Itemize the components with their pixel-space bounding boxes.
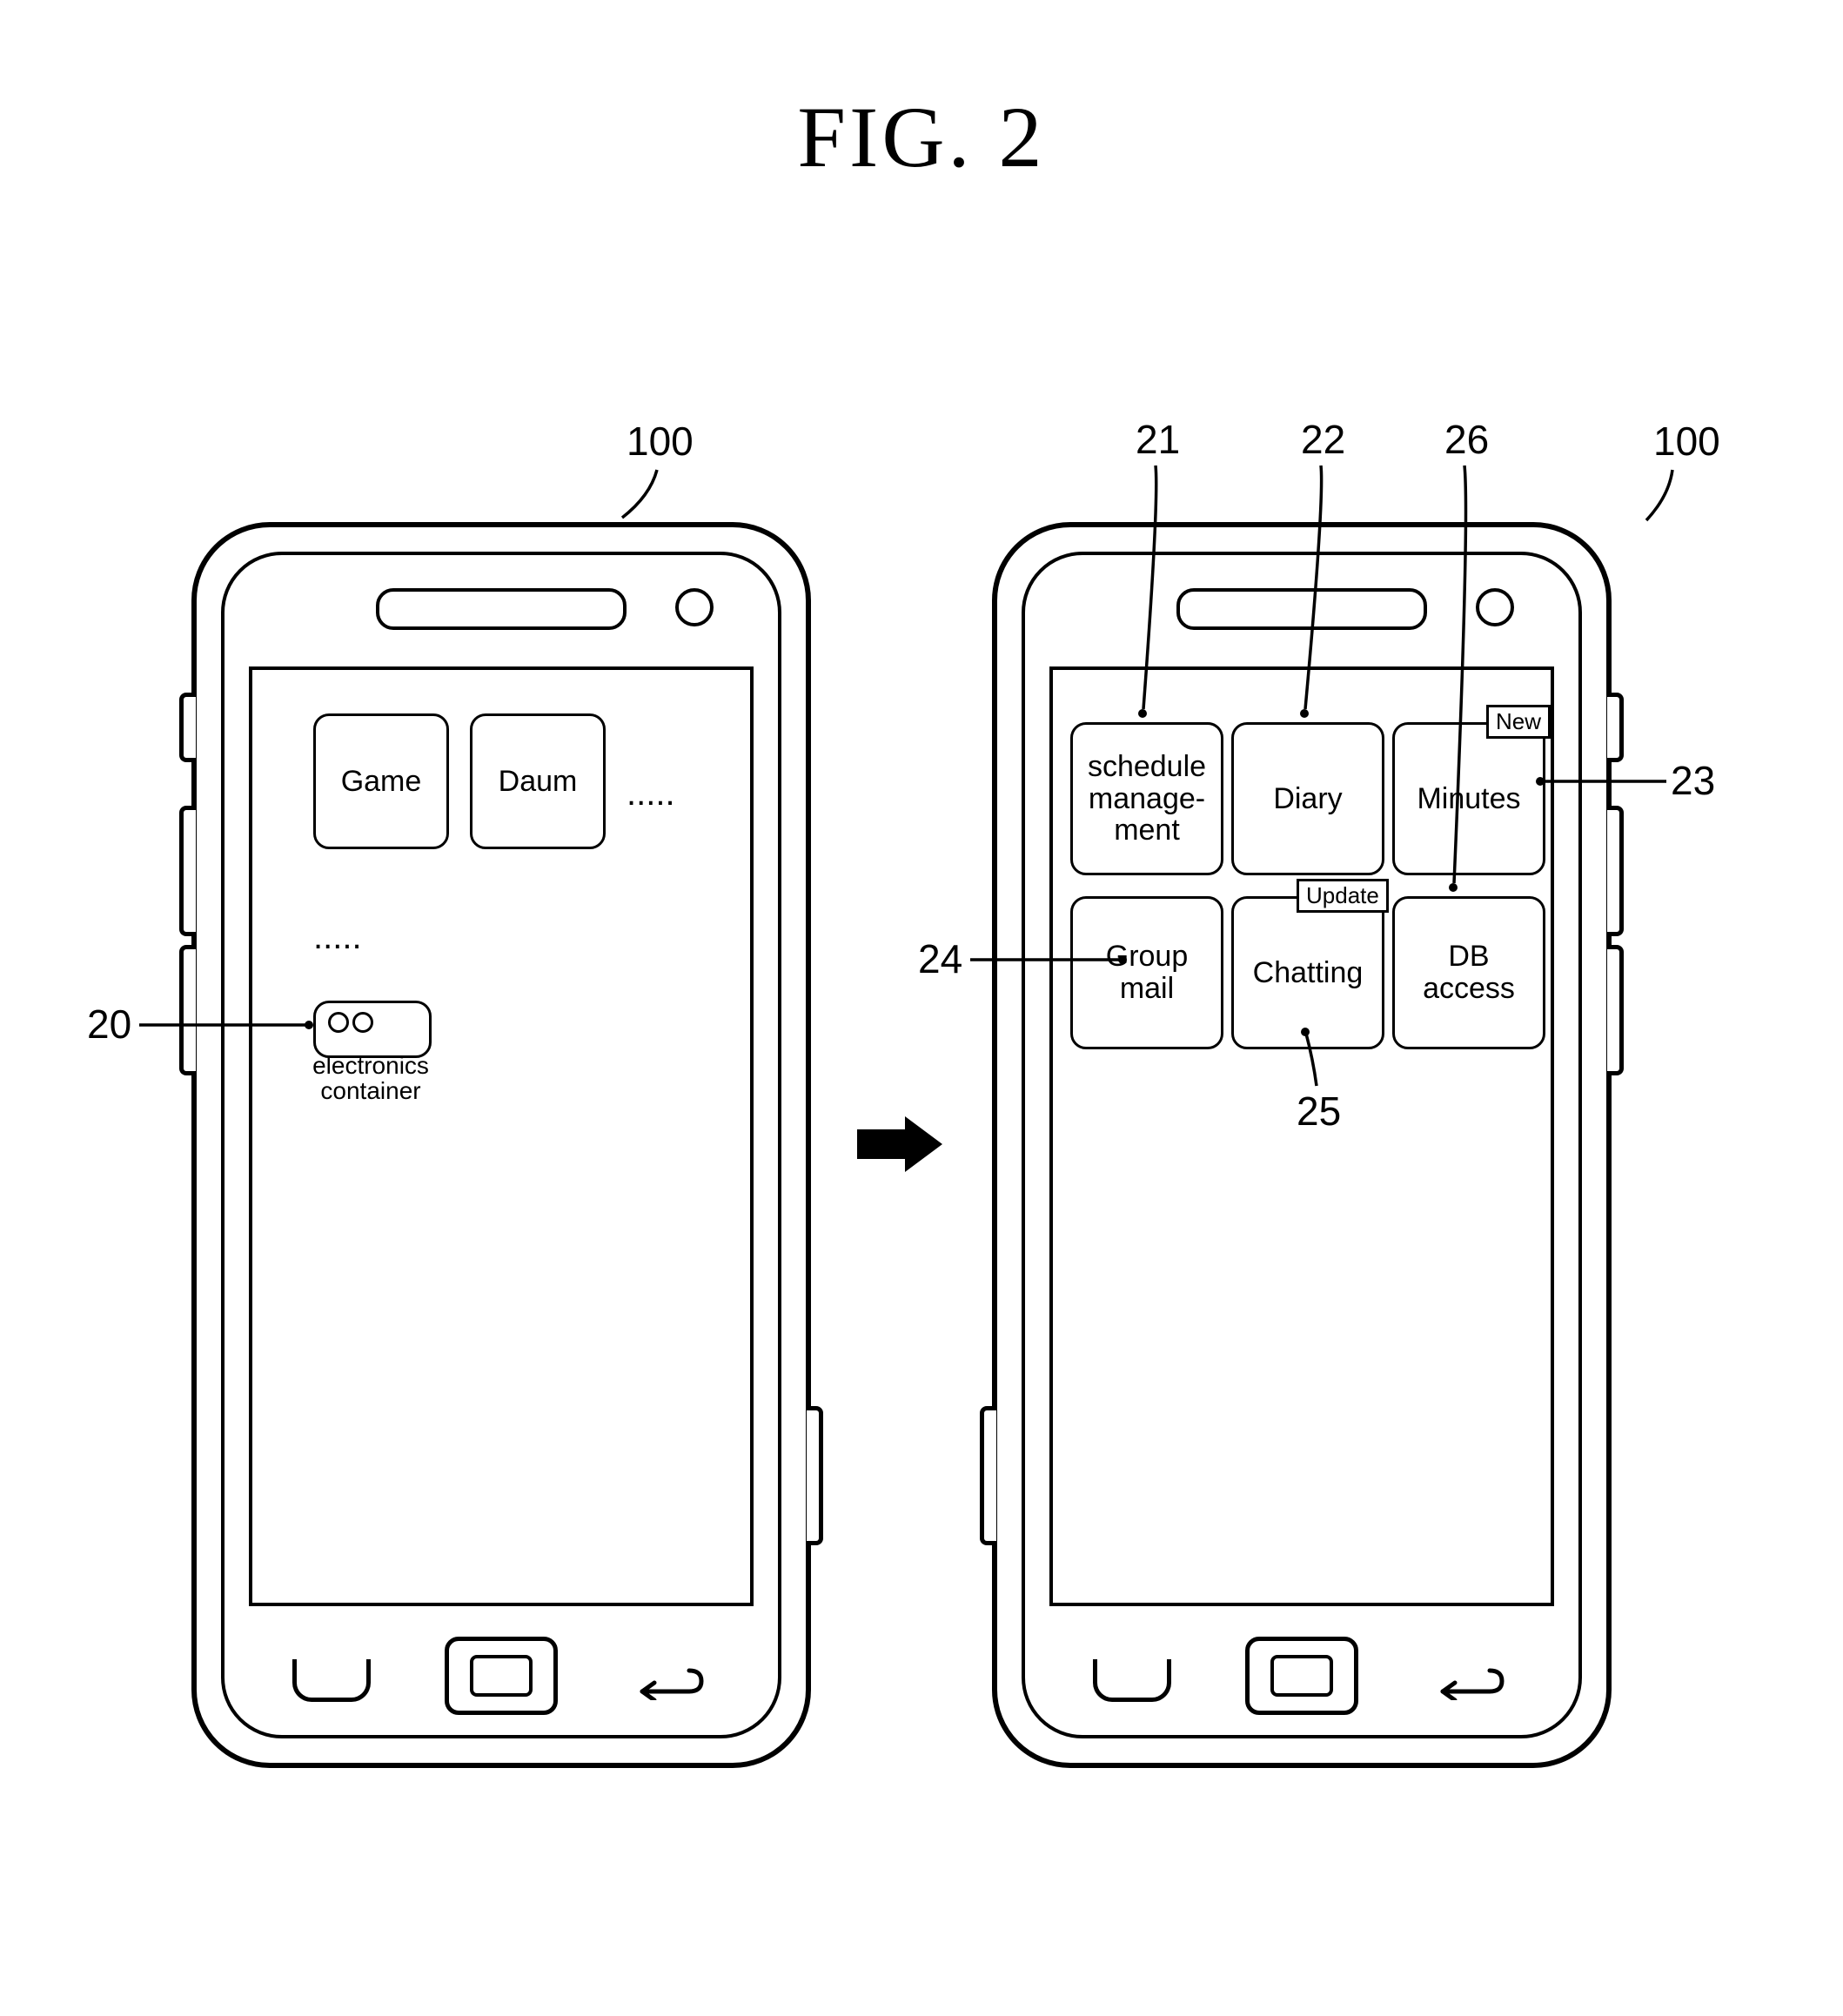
speaker-icon [1176, 588, 1427, 630]
app-label: Minutes [1413, 783, 1524, 815]
screen-left: Game Daum ..... ..... electronics contai… [249, 666, 754, 1606]
camera-icon [675, 588, 714, 626]
folder-electronics-container[interactable] [313, 1001, 432, 1058]
app-label: Daum [495, 766, 581, 798]
app-daum[interactable]: Daum [470, 713, 606, 849]
tag-update: Update [1297, 879, 1389, 913]
screen-right: schedule manage- ment Diary Minutes Grou… [1049, 666, 1554, 1606]
side-button[interactable] [1607, 693, 1624, 762]
camera-icon [1476, 588, 1514, 626]
figure-title: FIG. 2 [0, 87, 1843, 187]
app-label: Game [338, 766, 426, 798]
side-button[interactable] [1607, 945, 1624, 1075]
menu-button-icon[interactable] [292, 1659, 371, 1702]
ellipsis: ..... [627, 774, 675, 814]
folder-dots-icon [328, 1012, 377, 1037]
ref-100-right: 100 [1653, 418, 1720, 465]
ref-20: 20 [87, 1001, 131, 1048]
side-button[interactable] [807, 1406, 823, 1545]
back-button-icon[interactable] [637, 1665, 710, 1700]
side-button[interactable] [179, 806, 196, 936]
app-label: Diary [1270, 783, 1345, 815]
app-diary[interactable]: Diary [1231, 722, 1384, 875]
ref-24: 24 [918, 935, 962, 982]
home-button-icon[interactable] [1245, 1637, 1358, 1715]
app-label: Group mail [1102, 941, 1192, 1004]
app-db-access[interactable]: DB access [1392, 896, 1545, 1049]
arrow-right-icon [857, 1114, 944, 1175]
ref-25: 25 [1297, 1088, 1341, 1135]
ref-23: 23 [1671, 757, 1715, 804]
menu-button-icon[interactable] [1093, 1659, 1171, 1702]
app-chatting[interactable]: Chatting [1231, 896, 1384, 1049]
side-button[interactable] [179, 945, 196, 1075]
side-button[interactable] [980, 1406, 996, 1545]
app-label: Chatting [1250, 957, 1367, 989]
side-button[interactable] [179, 693, 196, 762]
speaker-icon [376, 588, 627, 630]
ref-22: 22 [1301, 416, 1345, 463]
back-button-icon[interactable] [1438, 1665, 1511, 1700]
app-group-mail[interactable]: Group mail [1070, 896, 1223, 1049]
app-schedule-management[interactable]: schedule manage- ment [1070, 722, 1223, 875]
home-button-icon[interactable] [445, 1637, 558, 1715]
app-game[interactable]: Game [313, 713, 449, 849]
phone-left: Game Daum ..... ..... electronics contai… [191, 522, 811, 1768]
ellipsis: ..... [313, 918, 362, 957]
app-label: schedule manage- ment [1084, 751, 1210, 847]
app-minutes[interactable]: Minutes [1392, 722, 1545, 875]
ref-21: 21 [1136, 416, 1180, 463]
phone-right: schedule manage- ment Diary Minutes Grou… [992, 522, 1612, 1768]
app-label: DB access [1395, 941, 1543, 1004]
side-button[interactable] [1607, 806, 1624, 936]
folder-label: electronics container [294, 1053, 447, 1104]
tag-new: New [1486, 705, 1551, 739]
ref-26: 26 [1444, 416, 1489, 463]
ref-100-left: 100 [627, 418, 694, 465]
